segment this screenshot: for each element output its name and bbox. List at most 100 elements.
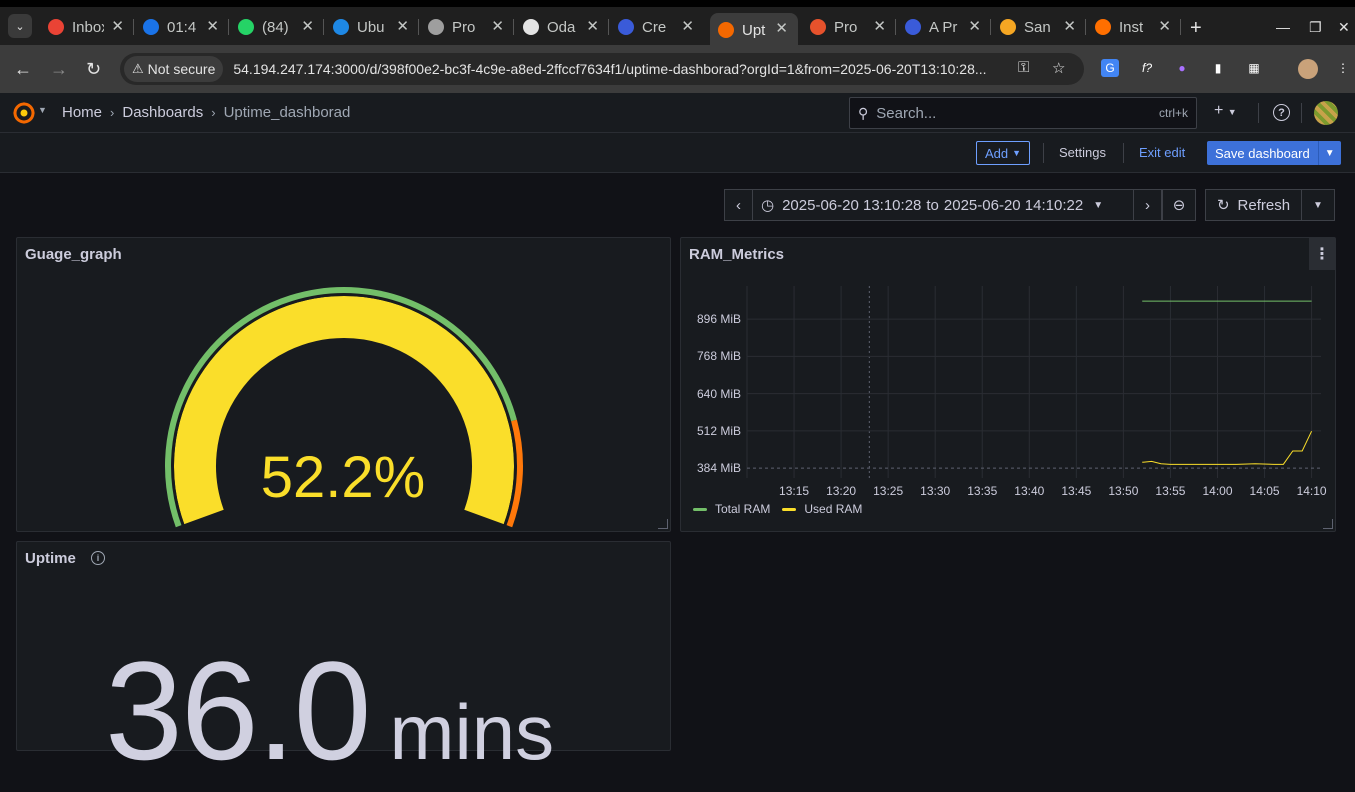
tab-label: A Pr <box>929 18 958 36</box>
tab-close-icon[interactable]: ✕ <box>111 17 124 35</box>
resize-handle[interactable] <box>658 519 668 529</box>
browser-tab[interactable]: San ✕ <box>992 11 1086 43</box>
browser-tab[interactable]: Pro ✕ <box>802 11 896 43</box>
close-window-icon[interactable]: ✕ <box>1338 19 1350 36</box>
browser-tab[interactable]: Pro ✕ <box>420 11 514 43</box>
search-input[interactable] <box>876 104 1159 122</box>
notes-extension-icon[interactable]: ▮ <box>1209 59 1227 77</box>
tab-close-icon[interactable]: ✕ <box>491 17 504 35</box>
x-tick-label: 14:00 <box>1202 484 1233 498</box>
chevron-right-icon: › <box>110 105 115 120</box>
breadcrumb-dashboards[interactable]: Dashboards <box>122 104 203 121</box>
time-from: 2025-06-20 13:10:28 <box>782 196 922 214</box>
help-icon[interactable]: ? <box>1273 104 1290 121</box>
tab-close-icon[interactable]: ✕ <box>301 17 314 35</box>
tab-close-icon[interactable]: ✕ <box>1063 17 1076 35</box>
time-range-picker[interactable]: ◷ 2025-06-20 13:10:28 to 2025-06-20 14:1… <box>752 189 1134 221</box>
minimize-icon[interactable]: — <box>1276 19 1290 35</box>
browser-tab[interactable]: Upt ✕ <box>710 13 798 47</box>
browser-tab[interactable]: (84) ✕ <box>230 11 324 43</box>
browser-toolbar: ← → ↻ ⚠ Not secure 54.194.247.174:3000/d… <box>0 45 1355 93</box>
refresh-icon: ↻ <box>1216 197 1230 214</box>
address-bar[interactable]: ⚠ Not secure 54.194.247.174:3000/d/398f0… <box>120 53 1084 85</box>
tab-search-button[interactable]: ⌄ <box>8 14 32 38</box>
bookmark-star-icon[interactable]: ☆ <box>1052 59 1065 77</box>
tab-close-icon[interactable]: ✕ <box>775 19 788 37</box>
x-tick-label: 13:15 <box>779 484 810 498</box>
user-avatar[interactable] <box>1314 101 1338 125</box>
tab-favicon-icon <box>523 19 539 35</box>
search-icon: ⚲ <box>858 104 869 121</box>
tab-close-icon[interactable]: ✕ <box>206 17 219 35</box>
tab-close-icon[interactable]: ✕ <box>873 17 886 35</box>
tab-close-icon[interactable]: ✕ <box>968 17 981 35</box>
search-box[interactable]: ⚲ ctrl+k <box>849 97 1197 129</box>
tab-favicon-icon <box>428 19 444 35</box>
new-tab-button[interactable]: + <box>1190 17 1202 40</box>
chevron-right-icon: › <box>211 105 216 120</box>
breadcrumb-current: Uptime_dashborad <box>223 104 351 121</box>
uptime-stat: 36.0 mins <box>105 630 554 792</box>
x-tick-label: 13:50 <box>1108 484 1139 498</box>
gauge-panel[interactable]: Guage_graph 52.2% <box>16 237 671 532</box>
tab-separator <box>513 19 514 35</box>
browser-tab[interactable]: 01:4 ✕ <box>135 11 229 43</box>
panel-title[interactable]: Uptime <box>25 550 76 567</box>
url-text[interactable]: 54.194.247.174:3000/d/398f00e2-bc3f-4c9e… <box>233 61 1003 77</box>
breadcrumb-home[interactable]: Home <box>62 104 102 121</box>
reload-icon[interactable]: ↻ <box>86 59 101 80</box>
tab-favicon-icon <box>618 19 634 35</box>
refresh-interval-dropdown[interactable]: ▼ <box>1301 189 1335 221</box>
password-key-icon[interactable]: ⚿ <box>1018 59 1029 76</box>
uptime-panel[interactable]: Uptime i 36.0 mins <box>16 541 671 789</box>
extensions-puzzle-icon[interactable]: ▦ <box>1245 59 1263 77</box>
browser-tab[interactable]: Oda ✕ <box>515 11 609 43</box>
forward-icon[interactable]: → <box>50 59 68 80</box>
series-line-used-ram <box>1142 430 1313 465</box>
translate-extension-icon[interactable]: G <box>1101 59 1119 77</box>
info-icon[interactable]: i <box>91 551 105 565</box>
refresh-button[interactable]: ↻ Refresh <box>1205 189 1302 221</box>
refresh-label: Refresh <box>1237 196 1291 214</box>
back-icon[interactable]: ← <box>14 59 32 80</box>
browser-tab[interactable]: Inst ✕ <box>1087 11 1181 43</box>
maximize-icon[interactable]: ❐ <box>1309 19 1322 36</box>
tab-favicon-icon <box>1000 19 1016 35</box>
clock-icon: ◷ <box>761 197 775 214</box>
tab-label: San <box>1024 18 1051 36</box>
security-label: Not secure <box>147 61 216 77</box>
formula-extension-icon[interactable]: f? <box>1138 59 1156 77</box>
settings-button[interactable]: Settings <box>1059 145 1106 160</box>
uptime-unit: mins <box>389 688 555 776</box>
browser-tab[interactable]: Inbox ✕ <box>40 11 134 43</box>
tab-label: Inbox <box>72 18 104 36</box>
new-plus-menu[interactable]: + ▼ <box>1214 102 1237 120</box>
tab-close-icon[interactable]: ✕ <box>396 17 409 35</box>
legend-label: Total RAM <box>715 502 771 516</box>
tab-close-icon[interactable]: ✕ <box>1158 17 1171 35</box>
x-tick-label: 13:25 <box>873 484 904 498</box>
tab-separator <box>608 19 609 35</box>
tab-close-icon[interactable]: ✕ <box>586 17 599 35</box>
legend-item-used-ram[interactable]: Used RAM <box>782 502 862 516</box>
save-dashboard-button[interactable]: Save dashboard ▼ <box>1207 141 1341 165</box>
time-shift-forward-button[interactable]: › <box>1133 189 1162 221</box>
time-shift-back-button[interactable]: ‹ <box>724 189 753 221</box>
ram-metrics-panel[interactable]: RAM_Metrics ⋮ 384 MiB 512 MiB 640 MiB 768 M… <box>680 237 1336 532</box>
grafana-logo-icon[interactable] <box>12 101 36 125</box>
browser-tab[interactable]: A Pr ✕ <box>897 11 991 43</box>
site-info-button[interactable]: ⚠ Not secure <box>124 56 224 82</box>
profile-avatar[interactable] <box>1298 59 1318 79</box>
exit-edit-button[interactable]: Exit edit <box>1139 145 1185 160</box>
chevron-down-icon[interactable]: ▼ <box>38 105 47 115</box>
drop-extension-icon[interactable]: ● <box>1173 59 1191 77</box>
browser-tab[interactable]: Cre ✕ <box>610 11 704 43</box>
browser-menu-icon[interactable]: ⋮ <box>1334 59 1352 77</box>
resize-handle[interactable] <box>1323 519 1333 529</box>
add-button[interactable]: Add ▼ <box>976 141 1031 165</box>
browser-tab[interactable]: Ubu ✕ <box>325 11 419 43</box>
legend-item-total-ram[interactable]: Total RAM <box>693 502 770 516</box>
tab-close-icon[interactable]: ✕ <box>681 17 694 35</box>
chevron-down-icon[interactable]: ▼ <box>1317 141 1341 165</box>
zoom-out-icon[interactable]: ⊖ <box>1162 189 1196 221</box>
